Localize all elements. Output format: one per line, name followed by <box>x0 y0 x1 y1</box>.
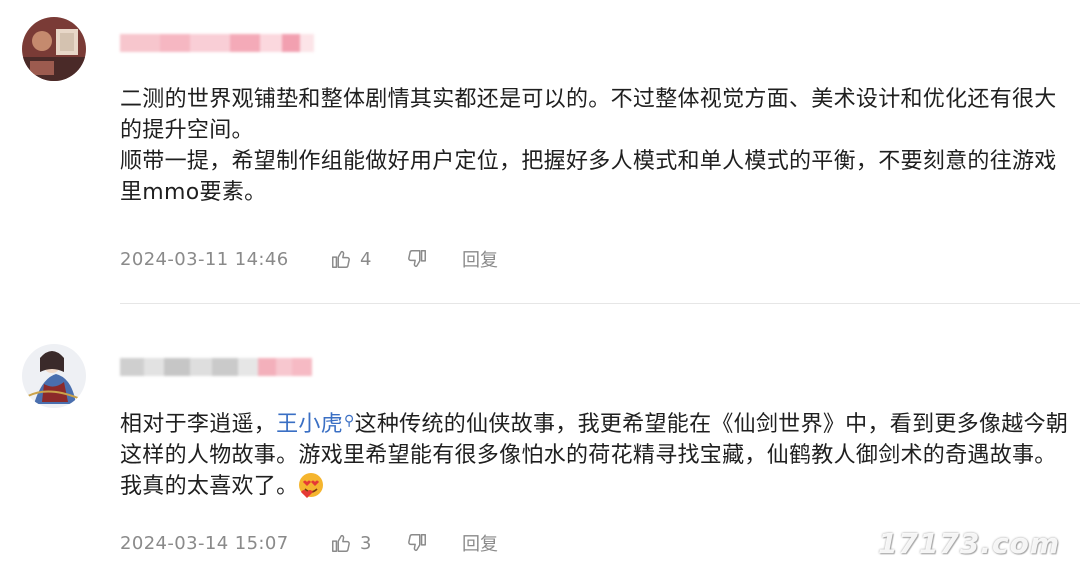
comment-meta: 2024-03-11 14:46 4 回复 <box>120 246 498 272</box>
user-avatar[interactable] <box>22 17 86 81</box>
reply-button[interactable]: 回复 <box>462 246 498 272</box>
comment-paragraph: 相对于李逍遥，王小虎⚲这种传统的仙侠故事，我更希望能在《仙剑世界》中，看到更多像… <box>120 406 1070 507</box>
dislike-button[interactable] <box>406 532 462 554</box>
thumbs-up-icon <box>332 534 350 552</box>
thumbs-down-icon <box>408 250 426 268</box>
site-watermark: 17173.com <box>877 527 1060 560</box>
comment-1: 二测的世界观铺垫和整体剧情其实都还是可以的。不过整体视觉方面、美术设计和优化还有… <box>0 0 1080 303</box>
comment-meta: 2024-03-14 15:07 3 回复 <box>120 530 498 556</box>
search-icon[interactable]: ⚲ <box>344 413 355 429</box>
thumbs-down-icon <box>408 534 426 552</box>
like-button[interactable]: 4 <box>330 248 406 270</box>
like-count: 3 <box>360 532 372 554</box>
dislike-button[interactable] <box>406 248 462 270</box>
avatar-image <box>22 17 86 81</box>
comment-timestamp: 2024-03-11 14:46 <box>120 248 289 270</box>
like-button[interactable]: 3 <box>330 532 406 554</box>
comment-text: 相对于李逍遥，王小虎⚲这种传统的仙侠故事，我更希望能在《仙剑世界》中，看到更多像… <box>120 406 1070 507</box>
thumbs-up-icon <box>332 250 350 268</box>
comment-timestamp: 2024-03-14 15:07 <box>120 532 289 554</box>
comment-paragraph: 二测的世界观铺垫和整体剧情其实都还是可以的。不过整体视觉方面、美术设计和优化还有… <box>120 87 1057 143</box>
username-blurred[interactable] <box>120 34 314 52</box>
comment-text: 二测的世界观铺垫和整体剧情其实都还是可以的。不过整体视觉方面、美术设计和优化还有… <box>120 84 1070 208</box>
user-mention-link[interactable]: 王小虎 <box>276 412 343 437</box>
reply-button[interactable]: 回复 <box>462 530 498 556</box>
heart-eyes-emoji-icon <box>298 472 324 507</box>
user-avatar[interactable] <box>22 344 86 408</box>
avatar-image <box>22 344 86 408</box>
like-count: 4 <box>360 248 372 270</box>
comment-paragraph: 顺带一提，希望制作组能做好用户定位，把握好多人模式和单人模式的平衡，不要刻意的往… <box>120 149 1057 205</box>
username-blurred[interactable] <box>120 358 312 376</box>
comment-text-before-mention: 相对于李逍遥， <box>120 412 277 437</box>
